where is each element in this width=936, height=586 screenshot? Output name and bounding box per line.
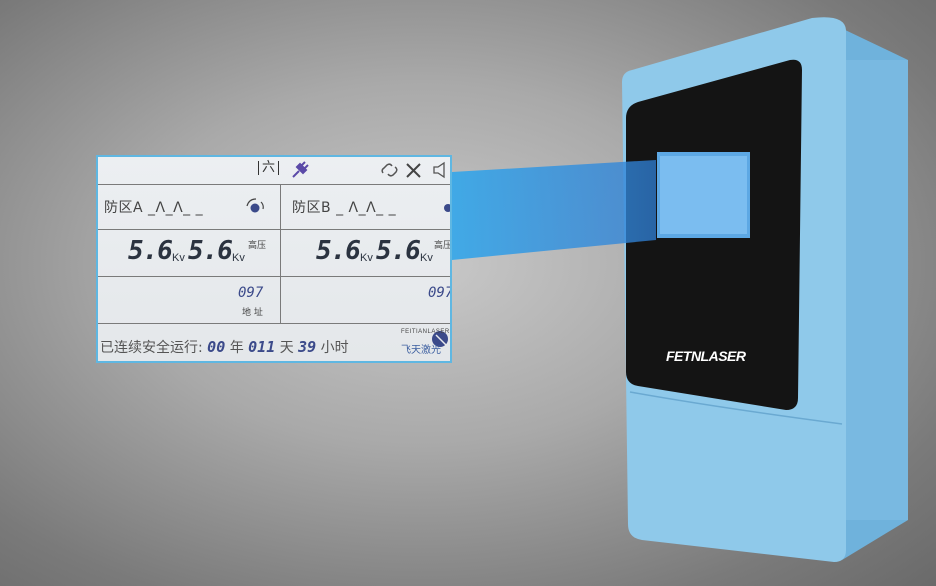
zone-b-voltage-1: 5.6 [316,236,361,266]
power-plug-icon [290,161,310,179]
device-brand: FETNLASER [666,348,746,364]
zone-b-voltage-2: 5.6 [376,236,421,266]
link-icon [380,161,400,179]
logo-english: FEITIANLASER [401,329,450,335]
logo-chinese: 飞天激光 [401,345,441,356]
zone-a-address: 097 [238,285,264,301]
voltage-row: 5.6 Kv 5.6 Kv 高压 5.6 Kv 5.6 Kv 高压 [98,230,452,277]
zone-row: 防区A _Ʌ_Ʌ_ _ 防区B _ Ʌ_Ʌ_ _ [98,185,450,230]
address-row: 097 地 址 097 [98,277,452,324]
zone-a-voltage-2: 5.6 [188,236,233,266]
tools-icon [404,161,424,179]
zone-a-voltage-1: 5.6 [128,236,173,266]
lcd-status-row: 六 [98,157,450,185]
speaker-icon [432,161,450,179]
mode-label: 六 [258,161,280,175]
rotate-icon-b [436,197,450,215]
runtime-row: 已连续安全运行: 00 年 011 天 39 小时 [98,325,450,361]
scene: FETNLASER 六 防区A _Ʌ_Ʌ_ _ 防区B _ Ʌ_Ʌ_ _ 5.6… [0,0,936,586]
zone-b-address: 097 [428,285,452,301]
zone-b-unit-2: Kv [420,252,433,264]
zone-a-hv-label: 高压 [248,241,267,251]
zone-b-unit-1: Kv [360,252,373,264]
lcd-zoom-panel: 六 防区A _Ʌ_Ʌ_ _ 防区B _ Ʌ_Ʌ_ _ 5.6 Kv 5.6 Kv… [96,155,452,363]
zone-b-label: 防区B _ Ʌ_Ʌ_ _ [292,200,397,216]
zone-a-label: 防区A _Ʌ_Ʌ_ _ [104,200,204,216]
zone-a-address-label: 地 址 [242,308,263,318]
rotate-icon [244,197,264,215]
runtime-text: 已连续安全运行: 00 年 011 天 39 小时 [100,338,349,356]
zone-a-unit-1: Kv [172,252,185,264]
zone-b-hv-label: 高压 [434,241,452,251]
zone-a-unit-2: Kv [232,252,245,264]
